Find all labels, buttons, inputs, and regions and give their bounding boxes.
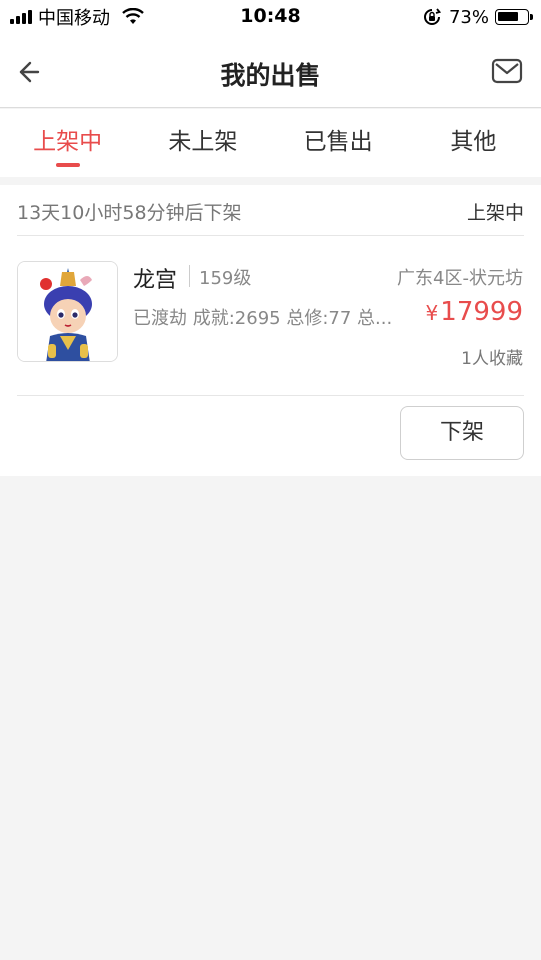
tab-not-listed[interactable]: 未上架 <box>135 109 270 177</box>
mail-icon[interactable] <box>491 58 523 84</box>
tab-label: 未上架 <box>168 129 238 155</box>
divider <box>17 395 524 396</box>
active-tab-indicator <box>55 163 80 167</box>
character-summary: 已渡劫 成就:2695 总修:77 总... <box>133 308 393 329</box>
page-title: 我的出售 <box>220 61 321 90</box>
tab-label: 其他 <box>450 129 497 155</box>
nav-bar: 我的出售 <box>0 36 541 108</box>
divider <box>189 265 190 287</box>
battery-icon <box>495 9 533 25</box>
price: ¥17999 <box>426 297 523 327</box>
character-avatar[interactable] <box>17 261 118 362</box>
tab-on-sale[interactable]: 上架中 <box>0 109 135 177</box>
character-school: 龙宫 <box>133 268 178 293</box>
price-amount: 17999 <box>440 297 523 327</box>
currency-symbol: ¥ <box>425 301 439 325</box>
tab-other[interactable]: 其他 <box>406 109 541 177</box>
tab-label: 已售出 <box>303 129 373 155</box>
listing-header: 13天10小时58分钟后下架 上架中 <box>17 185 524 236</box>
listing-card[interactable]: 13天10小时58分钟后下架 上架中 龙宫 159级 广东4区-状元坊 已渡劫 … <box>0 185 541 476</box>
character-level: 159级 <box>199 268 252 289</box>
status-bar: 中国移动 10:48 73% <box>0 0 541 36</box>
listing-status: 上架中 <box>466 202 524 224</box>
character-portrait-icon <box>18 262 117 361</box>
rotation-lock-icon <box>423 8 441 25</box>
battery-percent: 73% <box>448 6 489 28</box>
tab-label: 上架中 <box>33 129 103 155</box>
favorite-count: 1人收藏 <box>461 349 523 369</box>
tab-sold[interactable]: 已售出 <box>271 109 406 177</box>
server-name: 广东4区-状元坊 <box>397 268 523 289</box>
take-off-shelf-button[interactable]: 下架 <box>400 406 524 460</box>
offshelf-countdown: 13天10小时58分钟后下架 <box>17 202 242 224</box>
tab-bar: 上架中 未上架 已售出 其他 <box>0 109 541 177</box>
